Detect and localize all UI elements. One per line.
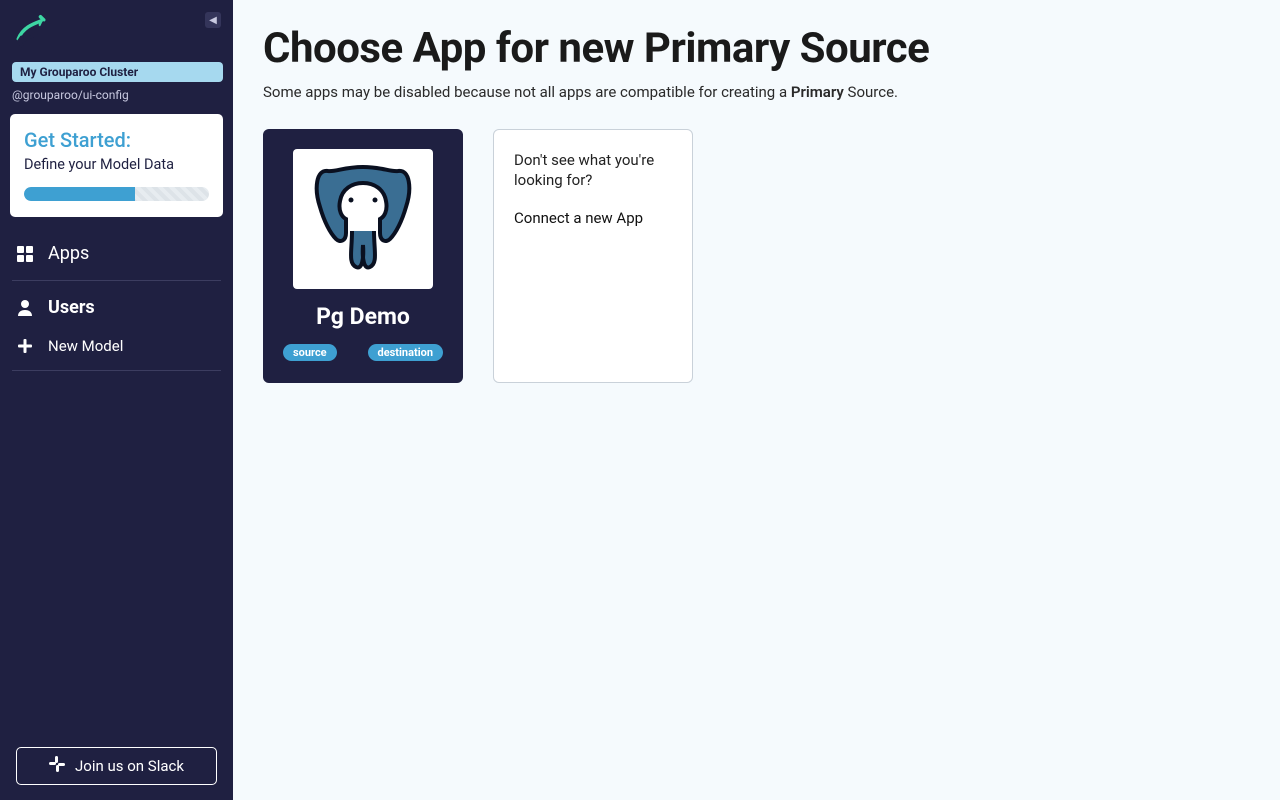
main-content: Choose App for new Primary Source Some a… <box>233 0 1280 800</box>
grid-icon <box>16 246 34 262</box>
get-started-subtitle: Define your Model Data <box>24 156 209 173</box>
nav-divider <box>12 280 221 281</box>
nav-divider <box>12 370 221 371</box>
connect-new-app-link[interactable]: Connect a new App <box>514 209 672 227</box>
join-slack-button[interactable]: Join us on Slack <box>16 747 217 785</box>
page-title: Choose App for new Primary Source <box>263 24 1250 73</box>
sidebar-item-label: New Model <box>48 337 123 355</box>
connect-new-app-card[interactable]: Don't see what you're looking for? Conne… <box>493 129 693 383</box>
sidebar-item-label: Apps <box>48 243 89 264</box>
app-card-pills: source destination <box>283 344 443 361</box>
sidebar-nav: Apps Users New Model <box>10 233 223 377</box>
subtitle-pre: Some apps may be disabled because not al… <box>263 83 791 101</box>
sidebar: ◀ My Grouparoo Cluster @grouparoo/ui-con… <box>0 0 233 800</box>
caret-left-icon: ◀ <box>209 15 217 26</box>
sidebar-item-apps[interactable]: Apps <box>12 233 221 274</box>
cluster-badge[interactable]: My Grouparoo Cluster <box>12 62 223 82</box>
app-card-image <box>293 149 433 289</box>
pill-source: source <box>283 344 337 361</box>
grouparoo-logo-icon <box>12 12 50 50</box>
subtitle-post: Source. <box>844 83 898 101</box>
subtitle-emph: Primary <box>791 83 844 101</box>
get-started-card[interactable]: Get Started: Define your Model Data <box>10 114 223 217</box>
logo[interactable] <box>10 10 223 62</box>
pill-destination: destination <box>368 344 443 361</box>
slack-button-label: Join us on Slack <box>75 757 184 775</box>
sidebar-item-new-model[interactable]: New Model <box>12 328 221 364</box>
get-started-title: Get Started: <box>24 128 209 152</box>
app-card-name: Pg Demo <box>316 303 410 330</box>
sidebar-collapse-button[interactable]: ◀ <box>205 12 221 28</box>
package-name: @grouparoo/ui-config <box>12 88 221 102</box>
app-cards-row: Pg Demo source destination Don't see wha… <box>263 129 1250 383</box>
sidebar-item-label: Users <box>48 297 95 318</box>
get-started-progress <box>24 187 209 201</box>
plus-icon <box>16 339 34 353</box>
sidebar-item-users[interactable]: Users <box>12 287 221 328</box>
page-subtitle: Some apps may be disabled because not al… <box>263 83 1250 101</box>
empty-card-prompt: Don't see what you're looking for? <box>514 150 672 191</box>
postgres-elephant-icon <box>308 159 418 279</box>
get-started-progress-fill <box>24 187 135 201</box>
slack-icon <box>49 756 65 776</box>
app-card-pg-demo[interactable]: Pg Demo source destination <box>263 129 463 383</box>
user-icon <box>16 300 34 316</box>
